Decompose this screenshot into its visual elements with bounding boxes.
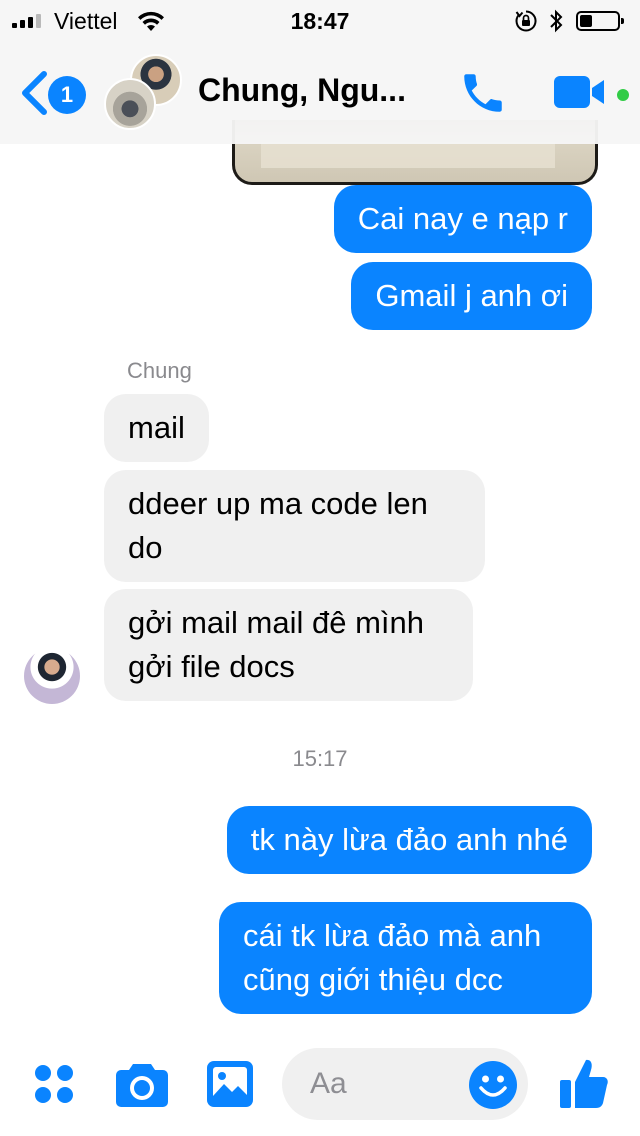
message-bubble-incoming[interactable]: mail <box>104 394 209 462</box>
status-clock: 18:47 <box>290 8 350 34</box>
thumbs-up-icon[interactable] <box>558 1056 610 1110</box>
message-input-container[interactable] <box>282 1048 528 1120</box>
message-bubble-outgoing[interactable]: tk này lừa đảo anh nhé <box>226 806 592 874</box>
message-bubble-outgoing[interactable]: Gmail j anh ơi <box>351 262 592 330</box>
more-apps-icon[interactable] <box>32 1062 76 1106</box>
message-bubble-incoming[interactable]: ddeer up ma code len do <box>104 470 485 582</box>
battery-icon <box>576 11 624 31</box>
bluetooth-icon <box>550 9 563 33</box>
camera-icon[interactable] <box>115 1060 169 1108</box>
avatar[interactable] <box>24 648 80 704</box>
timestamp-separator: 15:17 <box>292 746 348 771</box>
sender-name: Chung <box>127 358 192 383</box>
gallery-icon[interactable] <box>206 1060 254 1108</box>
group-avatar[interactable] <box>104 54 182 130</box>
conversation-title[interactable]: Chung, Ngu... <box>198 72 406 109</box>
message-bubble-outgoing[interactable]: cái tk lừa đảo mà anh cũng giới thiệu dc… <box>219 902 592 1014</box>
message-composer <box>0 1036 640 1136</box>
video-call-icon[interactable] <box>552 74 608 110</box>
unread-count-badge[interactable]: 1 <box>48 76 86 114</box>
emoji-icon[interactable] <box>468 1060 518 1110</box>
phone-icon[interactable] <box>458 68 508 118</box>
avatar <box>104 78 156 130</box>
message-bubble-incoming[interactable]: gởi mail mail đê mình gởi file docs <box>104 589 473 701</box>
message-input[interactable] <box>310 1066 460 1102</box>
conversation-header: 1 Chung, Ngu... <box>0 40 640 144</box>
status-bar: Viettel 18:47 <box>0 0 640 40</box>
active-status-dot <box>617 89 629 101</box>
message-bubble-outgoing[interactable]: Cai nay e nạp r <box>333 185 592 253</box>
orientation-lock-icon <box>515 10 537 32</box>
